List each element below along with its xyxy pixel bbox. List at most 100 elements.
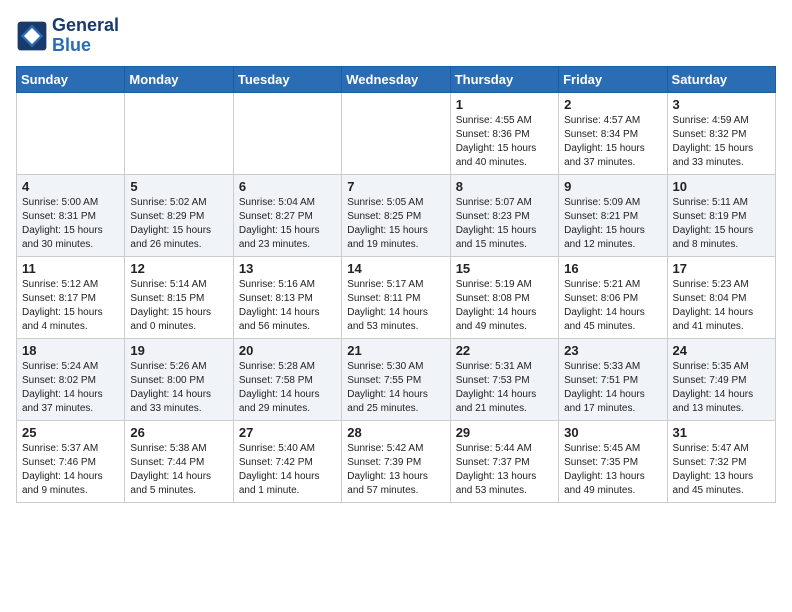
day-cell-25: 25Sunrise: 5:37 AM Sunset: 7:46 PM Dayli… <box>17 420 125 502</box>
day-cell-4: 4 Sunrise: 5:00 AM Sunset: 8:31 PM Daylig… <box>17 174 125 256</box>
day-number: 24 <box>673 343 770 358</box>
day-number: 27 <box>239 425 336 440</box>
day-number: 1 <box>456 97 553 112</box>
day-number: 28 <box>347 425 444 440</box>
day-info: Sunrise: 4:57 AM Sunset: 8:34 PM Dayligh… <box>564 114 661 170</box>
day-cell-29: 29 Sunrise: 5:44 AM Sunset: 7:37 PM Dayli… <box>450 420 558 502</box>
day-info: Sunrise: 5:45 AM Sunset: 7:35 PM Dayligh… <box>564 442 661 498</box>
day-cell-31: 31 Sunrise: 5:47 AM Sunset: 7:32 PM Dayli… <box>667 420 775 502</box>
day-cell-8: 8 Sunrise: 5:07 AM Sunset: 8:23 PM Daylig… <box>450 174 558 256</box>
weekday-sunday: Sunday <box>17 66 125 92</box>
day-cell-1: 1Sunrise: 4:55 AM Sunset: 8:36 PM Daylig… <box>450 92 558 174</box>
day-cell-13: 13 Sunrise: 5:16 AM Sunset: 8:13 PM Dayli… <box>233 256 341 338</box>
day-cell-20: 20 Sunrise: 5:28 AM Sunset: 7:58 PM Dayli… <box>233 338 341 420</box>
day-cell-18: 18 Sunrise: 5:24 AM Sunset: 8:02 PM Dayli… <box>17 338 125 420</box>
weekday-header-row: SundayMondayTuesdayWednesdayThursdayFrid… <box>17 66 776 92</box>
week-row-3: 11 Sunrise: 5:12 AM Sunset: 8:17 PM Dayli… <box>17 256 776 338</box>
day-number: 31 <box>673 425 770 440</box>
day-number: 15 <box>456 261 553 276</box>
day-info: Sunrise: 5:35 AM Sunset: 7:49 PM Dayligh… <box>673 360 770 416</box>
day-info: Sunrise: 5:19 AM Sunset: 8:08 PM Dayligh… <box>456 278 553 334</box>
day-cell-21: 21Sunrise: 5:30 AM Sunset: 7:55 PM Dayli… <box>342 338 450 420</box>
day-cell-6: 6Sunrise: 5:04 AM Sunset: 8:27 PM Daylig… <box>233 174 341 256</box>
day-cell-27: 27 Sunrise: 5:40 AM Sunset: 7:42 PM Dayli… <box>233 420 341 502</box>
day-info: Sunrise: 5:16 AM Sunset: 8:13 PM Dayligh… <box>239 278 336 334</box>
weekday-tuesday: Tuesday <box>233 66 341 92</box>
day-number: 13 <box>239 261 336 276</box>
day-number: 11 <box>22 261 119 276</box>
day-info: Sunrise: 5:30 AM Sunset: 7:55 PM Dayligh… <box>347 360 444 416</box>
day-cell-15: 15 Sunrise: 5:19 AM Sunset: 8:08 PM Dayli… <box>450 256 558 338</box>
day-cell-11: 11 Sunrise: 5:12 AM Sunset: 8:17 PM Dayli… <box>17 256 125 338</box>
weekday-friday: Friday <box>559 66 667 92</box>
day-info: Sunrise: 5:42 AM Sunset: 7:39 PM Dayligh… <box>347 442 444 498</box>
day-cell-19: 19Sunrise: 5:26 AM Sunset: 8:00 PM Dayli… <box>125 338 233 420</box>
day-info: Sunrise: 5:11 AM Sunset: 8:19 PM Dayligh… <box>673 196 770 252</box>
day-info: Sunrise: 5:12 AM Sunset: 8:17 PM Dayligh… <box>22 278 119 334</box>
weekday-thursday: Thursday <box>450 66 558 92</box>
day-info: Sunrise: 5:28 AM Sunset: 7:58 PM Dayligh… <box>239 360 336 416</box>
day-info: Sunrise: 5:04 AM Sunset: 8:27 PM Dayligh… <box>239 196 336 252</box>
day-number: 18 <box>22 343 119 358</box>
empty-cell <box>233 92 341 174</box>
day-number: 26 <box>130 425 227 440</box>
day-info: Sunrise: 5:07 AM Sunset: 8:23 PM Dayligh… <box>456 196 553 252</box>
day-number: 10 <box>673 179 770 194</box>
day-info: Sunrise: 5:05 AM Sunset: 8:25 PM Dayligh… <box>347 196 444 252</box>
day-cell-30: 30 Sunrise: 5:45 AM Sunset: 7:35 PM Dayli… <box>559 420 667 502</box>
day-cell-12: 12 Sunrise: 5:14 AM Sunset: 8:15 PM Dayli… <box>125 256 233 338</box>
day-number: 30 <box>564 425 661 440</box>
day-info: Sunrise: 5:23 AM Sunset: 8:04 PM Dayligh… <box>673 278 770 334</box>
day-number: 17 <box>673 261 770 276</box>
day-number: 16 <box>564 261 661 276</box>
day-number: 3 <box>673 97 770 112</box>
weekday-monday: Monday <box>125 66 233 92</box>
day-info: Sunrise: 5:38 AM Sunset: 7:44 PM Dayligh… <box>130 442 227 498</box>
day-info: Sunrise: 5:00 AM Sunset: 8:31 PM Dayligh… <box>22 196 119 252</box>
week-row-4: 18 Sunrise: 5:24 AM Sunset: 8:02 PM Dayli… <box>17 338 776 420</box>
day-info: Sunrise: 4:59 AM Sunset: 8:32 PM Dayligh… <box>673 114 770 170</box>
day-number: 4 <box>22 179 119 194</box>
day-cell-2: 2Sunrise: 4:57 AM Sunset: 8:34 PM Daylig… <box>559 92 667 174</box>
day-info: Sunrise: 5:37 AM Sunset: 7:46 PM Dayligh… <box>22 442 119 498</box>
day-info: Sunrise: 5:24 AM Sunset: 8:02 PM Dayligh… <box>22 360 119 416</box>
day-cell-3: 3 Sunrise: 4:59 AM Sunset: 8:32 PM Daylig… <box>667 92 775 174</box>
day-info: Sunrise: 5:44 AM Sunset: 7:37 PM Dayligh… <box>456 442 553 498</box>
day-number: 23 <box>564 343 661 358</box>
day-info: Sunrise: 5:21 AM Sunset: 8:06 PM Dayligh… <box>564 278 661 334</box>
day-cell-16: 16 Sunrise: 5:21 AM Sunset: 8:06 PM Dayli… <box>559 256 667 338</box>
day-number: 12 <box>130 261 227 276</box>
day-cell-22: 22Sunrise: 5:31 AM Sunset: 7:53 PM Dayli… <box>450 338 558 420</box>
day-info: Sunrise: 5:09 AM Sunset: 8:21 PM Dayligh… <box>564 196 661 252</box>
day-info: Sunrise: 5:40 AM Sunset: 7:42 PM Dayligh… <box>239 442 336 498</box>
day-info: Sunrise: 5:02 AM Sunset: 8:29 PM Dayligh… <box>130 196 227 252</box>
day-number: 20 <box>239 343 336 358</box>
empty-cell <box>17 92 125 174</box>
day-number: 8 <box>456 179 553 194</box>
empty-cell <box>342 92 450 174</box>
day-info: Sunrise: 5:33 AM Sunset: 7:51 PM Dayligh… <box>564 360 661 416</box>
day-cell-5: 5 Sunrise: 5:02 AM Sunset: 8:29 PM Daylig… <box>125 174 233 256</box>
weekday-wednesday: Wednesday <box>342 66 450 92</box>
page-header: General Blue <box>16 16 776 56</box>
day-cell-26: 26 Sunrise: 5:38 AM Sunset: 7:44 PM Dayli… <box>125 420 233 502</box>
day-number: 7 <box>347 179 444 194</box>
day-number: 29 <box>456 425 553 440</box>
day-cell-14: 14Sunrise: 5:17 AM Sunset: 8:11 PM Dayli… <box>342 256 450 338</box>
day-number: 5 <box>130 179 227 194</box>
day-cell-10: 10 Sunrise: 5:11 AM Sunset: 8:19 PM Dayli… <box>667 174 775 256</box>
empty-cell <box>125 92 233 174</box>
day-number: 14 <box>347 261 444 276</box>
week-row-1: 1Sunrise: 4:55 AM Sunset: 8:36 PM Daylig… <box>17 92 776 174</box>
logo-text-blue: Blue <box>52 36 119 56</box>
day-info: Sunrise: 5:14 AM Sunset: 8:15 PM Dayligh… <box>130 278 227 334</box>
day-cell-28: 28 Sunrise: 5:42 AM Sunset: 7:39 PM Dayli… <box>342 420 450 502</box>
day-cell-7: 7 Sunrise: 5:05 AM Sunset: 8:25 PM Daylig… <box>342 174 450 256</box>
day-number: 9 <box>564 179 661 194</box>
day-info: Sunrise: 5:47 AM Sunset: 7:32 PM Dayligh… <box>673 442 770 498</box>
day-cell-24: 24 Sunrise: 5:35 AM Sunset: 7:49 PM Dayli… <box>667 338 775 420</box>
day-cell-17: 17 Sunrise: 5:23 AM Sunset: 8:04 PM Dayli… <box>667 256 775 338</box>
day-number: 19 <box>130 343 227 358</box>
day-cell-23: 23 Sunrise: 5:33 AM Sunset: 7:51 PM Dayli… <box>559 338 667 420</box>
logo-text-general: General <box>52 16 119 36</box>
